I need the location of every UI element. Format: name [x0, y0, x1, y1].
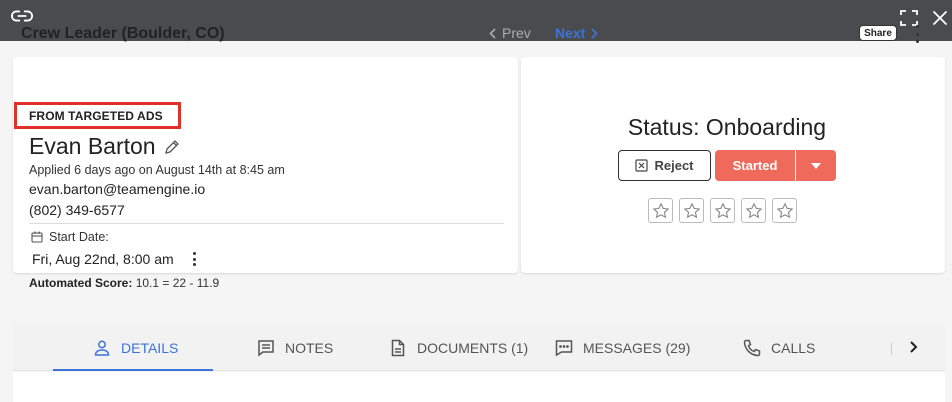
share-button[interactable]: Share [859, 25, 897, 41]
star-3[interactable] [710, 198, 735, 223]
candidate-name: Evan Barton [29, 133, 156, 159]
divider [29, 223, 504, 224]
star-icon [745, 202, 762, 218]
chevron-right-icon[interactable] [907, 339, 919, 355]
notes-icon [258, 339, 274, 356]
star-5[interactable] [772, 198, 797, 223]
message-icon [555, 339, 573, 356]
pencil-icon[interactable] [164, 139, 180, 155]
reject-button[interactable]: Reject [618, 150, 711, 181]
active-tab-indicator [53, 369, 213, 371]
tab-content [13, 372, 945, 402]
tab-documents[interactable]: DOCUMENTS (1) [389, 324, 528, 371]
next-button[interactable]: Next [555, 25, 599, 41]
source-badge: FROM TARGETED ADS [14, 102, 181, 129]
started-button[interactable]: Started [715, 150, 795, 181]
star-4[interactable] [741, 198, 766, 223]
more-options-icon[interactable] [912, 24, 922, 44]
reject-label: Reject [654, 158, 694, 173]
status-dropdown-button[interactable] [796, 150, 836, 181]
score-label: Automated Score: [29, 276, 133, 290]
chevron-left-icon [489, 27, 496, 39]
applied-date: Applied 6 days ago on August 14th at 8:4… [29, 163, 285, 177]
tab-label: NOTES [285, 339, 334, 356]
star-icon [683, 202, 700, 218]
tab-separator [891, 343, 892, 355]
tab-calls[interactable]: CALLS [743, 324, 815, 371]
rating-stars [648, 198, 797, 223]
candidate-phone[interactable]: (802) 349-6577 [29, 202, 125, 218]
start-date-label: Start Date: [49, 230, 109, 244]
start-date-label-row: Start Date: [31, 230, 109, 244]
star-icon [652, 202, 669, 218]
person-icon [94, 340, 110, 356]
prev-button[interactable]: Prev [489, 25, 531, 41]
tab-label: DOCUMENTS (1) [417, 339, 529, 356]
tab-label: MESSAGES (29) [583, 339, 691, 356]
star-icon [776, 202, 793, 218]
tab-messages[interactable]: MESSAGES (29) [555, 324, 690, 371]
prev-label: Prev [502, 25, 531, 41]
next-label: Next [555, 25, 586, 41]
reject-icon [635, 159, 649, 172]
calendar-icon [31, 231, 43, 243]
star-1[interactable] [648, 198, 673, 223]
automated-score: Automated Score: 10.1 = 22 - 11.9 [29, 276, 219, 290]
phone-icon [743, 339, 761, 356]
document-icon [391, 339, 405, 356]
tab-label: DETAILS [121, 339, 179, 356]
candidate-email[interactable]: evan.barton@teamengine.io [29, 181, 205, 197]
tab-details[interactable]: DETAILS [93, 324, 178, 371]
tab-notes[interactable]: NOTES [257, 324, 333, 371]
star-icon [714, 202, 731, 218]
tab-label: CALLS [771, 339, 816, 356]
score-value: 10.1 = 22 - 11.9 [135, 276, 220, 290]
caret-down-icon [811, 162, 821, 169]
status-title: Status: Onboarding [627, 114, 827, 140]
candidate-name-row: Evan Barton [29, 133, 180, 160]
start-date-value: Fri, Aug 22nd, 8:00 am [32, 251, 174, 267]
link-icon[interactable] [11, 8, 33, 24]
star-2[interactable] [679, 198, 704, 223]
job-title: Crew Leader (Boulder, CO) [21, 25, 225, 42]
chevron-right-icon [591, 27, 599, 39]
close-icon[interactable] [931, 9, 949, 27]
start-date-options-icon[interactable] [191, 252, 197, 266]
